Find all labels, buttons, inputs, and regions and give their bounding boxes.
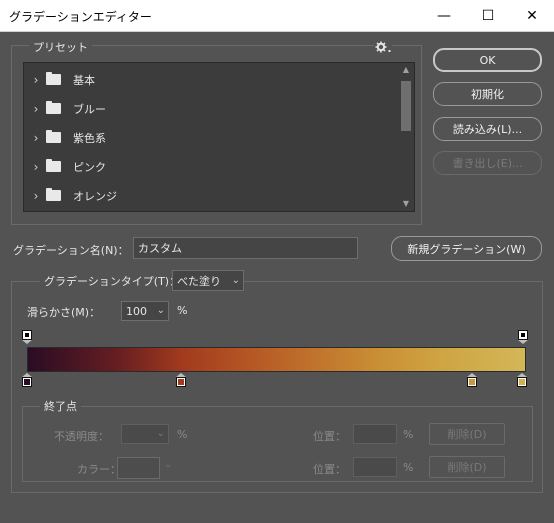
color-label: カラー： (77, 463, 121, 476)
color-location-field[interactable] (353, 457, 397, 477)
chevron-down-icon[interactable]: ⌄ (164, 459, 172, 470)
preset-folder-label: ピンク (73, 160, 106, 174)
new-gradient-button[interactable]: 新規グラデーション(W) (391, 236, 542, 261)
color-stop-swatch (176, 377, 186, 387)
load-button[interactable]: 読み込み(L)... (433, 117, 542, 141)
color-location-unit: % (403, 461, 414, 474)
minimize-icon: — (437, 8, 451, 24)
opacity-stop[interactable] (22, 330, 32, 344)
window-title: グラデーションエディター (9, 10, 152, 24)
minimize-button[interactable]: — (422, 0, 466, 32)
ok-button[interactable]: OK (433, 48, 542, 72)
title-bar: グラデーションエディター — ☐ ✕ (0, 0, 554, 32)
preset-folder-item[interactable]: › ピンク (24, 152, 396, 181)
color-stop[interactable] (467, 373, 477, 387)
chevron-down-icon: ⌄ (231, 274, 240, 286)
color-stop-swatch (22, 377, 32, 387)
scroll-thumb[interactable] (401, 81, 411, 131)
gradient-type-value: べた塗り (177, 274, 221, 288)
maximize-button[interactable]: ☐ (466, 0, 510, 32)
color-stop[interactable] (176, 373, 186, 387)
stops-title: 終了点 (40, 398, 81, 414)
color-swatch[interactable] (117, 457, 160, 479)
scroll-up-icon[interactable]: ▲ (398, 63, 414, 77)
preset-folder-item[interactable]: › オレンジ (24, 181, 396, 210)
color-stop-swatch (467, 377, 477, 387)
folder-icon (46, 159, 61, 172)
gradient-type-label: グラデーションタイプ(T)： (40, 273, 185, 289)
folder-icon (46, 188, 61, 201)
delete-color-stop-button[interactable]: 削除(D) (429, 456, 505, 478)
reset-button[interactable]: 初期化 (433, 82, 542, 106)
gradient-preview-bar[interactable] (27, 347, 526, 372)
chevron-right-icon[interactable]: › (26, 189, 46, 203)
smoothness-label: 滑らかさ(M)： (27, 306, 101, 319)
chevron-right-icon[interactable]: › (26, 160, 46, 174)
opacity-location-field[interactable] (353, 424, 397, 444)
scroll-down-icon[interactable]: ▼ (398, 197, 414, 211)
chevron-down-icon: ⌄ (156, 427, 165, 439)
gradient-type-dropdown[interactable]: べた塗り ⌄ (172, 270, 244, 291)
opacity-field[interactable]: ⌄ (121, 424, 169, 444)
opacity-unit: % (177, 428, 188, 441)
gradient-name-field[interactable]: カスタム (133, 237, 358, 259)
folder-icon (46, 72, 61, 85)
chevron-right-icon[interactable]: › (26, 131, 46, 145)
stop-pointer (22, 340, 32, 344)
folder-icon (46, 130, 61, 143)
opacity-location-label: 位置： (313, 430, 346, 443)
preset-folder-label: 基本 (73, 73, 95, 87)
stop-pointer (518, 340, 528, 344)
preset-folder-label: ブルー (73, 102, 106, 116)
chevron-down-icon: ⌄ (156, 304, 165, 316)
color-stop[interactable] (22, 373, 32, 387)
chevron-right-icon[interactable]: › (26, 73, 46, 87)
smoothness-unit: % (177, 304, 188, 317)
maximize-icon: ☐ (481, 8, 495, 24)
folder-icon (46, 101, 61, 114)
color-stop[interactable] (517, 373, 527, 387)
smoothness-value: 100 (126, 304, 147, 318)
preset-folder-item[interactable]: › ブルー (24, 94, 396, 123)
delete-opacity-stop-button[interactable]: 削除(D) (429, 423, 505, 445)
chevron-right-icon[interactable]: › (26, 102, 46, 116)
preset-folder-label: オレンジ (73, 189, 117, 203)
preset-folder-item[interactable]: › 基本 (24, 65, 396, 94)
color-location-label: 位置： (313, 463, 346, 476)
preset-folder-item[interactable]: › 紫色系 (24, 123, 396, 152)
preset-list-scrollbar[interactable]: ▲ ▼ (398, 63, 414, 211)
opacity-label: 不透明度： (54, 430, 109, 443)
export-button[interactable]: 書き出し(E)... (433, 151, 542, 175)
preset-folder-label: 紫色系 (73, 131, 106, 145)
opacity-stop[interactable] (518, 330, 528, 344)
color-stop-swatch (517, 377, 527, 387)
smoothness-field[interactable]: 100 ⌄ (121, 301, 169, 321)
gear-icon[interactable] (374, 40, 392, 54)
opacity-stop-square (518, 330, 528, 340)
preset-list[interactable]: › 基本 › ブルー › 紫色系 › ピンク › オレンジ ▲ ▼ (23, 62, 415, 212)
close-icon: ✕ (526, 8, 538, 24)
opacity-location-unit: % (403, 428, 414, 441)
presets-label: プリセット (29, 39, 92, 55)
gradient-name-label: グラデーション名(N)： (13, 244, 129, 257)
close-button[interactable]: ✕ (510, 0, 554, 32)
opacity-stop-square (22, 330, 32, 340)
